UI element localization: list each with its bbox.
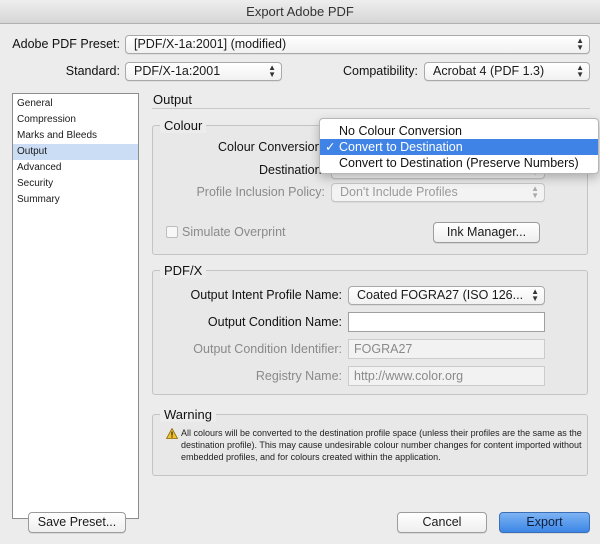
profile-inclusion-policy-value: Don't Include Profiles — [340, 185, 458, 199]
sidebar-item-output[interactable]: Output — [13, 144, 138, 160]
registry-name-field[interactable]: http://www.color.org — [348, 366, 545, 386]
warning-icon — [166, 428, 178, 439]
checkmark-icon: ✓ — [325, 140, 336, 154]
warning-group-label: Warning — [160, 407, 216, 422]
compatibility-value: Acrobat 4 (PDF 1.3) — [433, 64, 545, 78]
sidebar-item-general[interactable]: General — [13, 96, 138, 112]
profile-inclusion-policy-select[interactable]: Don't Include Profiles ▲ ▼ — [331, 183, 545, 202]
sidebar: General Compression Marks and Bleeds Out… — [12, 93, 139, 519]
output-condition-name-field[interactable] — [348, 312, 545, 332]
compatibility-label: Compatibility: — [342, 64, 418, 78]
output-condition-name-label: Output Condition Name: — [207, 315, 342, 329]
output-intent-label: Output Intent Profile Name: — [190, 288, 342, 302]
updown-arrows-icon: ▲▼ — [268, 63, 276, 79]
sidebar-item-security[interactable]: Security — [13, 176, 138, 192]
standard-select[interactable]: PDF/X-1a:2001 ▲ ▼ — [125, 62, 282, 81]
output-intent-value: Coated FOGRA27 (ISO 126... — [357, 288, 524, 302]
colour-conversion-label: Colour Conversion: — [218, 140, 325, 154]
simulate-overprint-label: Simulate Overprint — [182, 225, 286, 239]
ink-manager-button[interactable]: Ink Manager... — [433, 222, 540, 243]
sidebar-item-marks-and-bleeds[interactable]: Marks and Bleeds — [13, 128, 138, 144]
colour-group-label: Colour — [160, 118, 207, 133]
sidebar-item-advanced[interactable]: Advanced — [13, 160, 138, 176]
menu-item-convert-preserve-numbers[interactable]: Convert to Destination (Preserve Numbers… — [320, 155, 598, 171]
sidebar-item-compression[interactable]: Compression — [13, 112, 138, 128]
panel-title-divider — [152, 108, 590, 109]
updown-arrows-icon: ▲▼ — [531, 184, 539, 200]
menu-item-label: No Colour Conversion — [339, 124, 462, 138]
preset-label: Adobe PDF Preset: — [12, 37, 120, 51]
updown-arrows-icon: ▲▼ — [576, 36, 584, 52]
window-title: Export Adobe PDF — [0, 0, 600, 24]
menu-item-convert-to-destination[interactable]: ✓ Convert to Destination — [320, 139, 598, 155]
preset-value: [PDF/X-1a:2001] (modified) — [134, 37, 287, 51]
simulate-overprint-checkbox[interactable] — [166, 226, 178, 238]
updown-arrows-icon: ▲▼ — [576, 63, 584, 79]
menu-item-no-colour-conversion[interactable]: No Colour Conversion — [320, 123, 598, 139]
cancel-button[interactable]: Cancel — [397, 512, 487, 533]
panel-title: Output — [153, 92, 193, 107]
export-button[interactable]: Export — [499, 512, 590, 533]
standard-value: PDF/X-1a:2001 — [134, 64, 221, 78]
profile-inclusion-policy-label: Profile Inclusion Policy: — [196, 185, 325, 199]
output-condition-identifier-field[interactable]: FOGRA27 — [348, 339, 545, 359]
save-preset-button[interactable]: Save Preset... — [28, 512, 126, 533]
warning-text: All colours will be converted to the des… — [181, 428, 582, 462]
destination-label: Destination: — [258, 163, 325, 177]
sidebar-item-summary[interactable]: Summary — [13, 192, 138, 208]
updown-arrows-icon: ▲▼ — [531, 287, 539, 303]
compatibility-select[interactable]: Acrobat 4 (PDF 1.3) ▲ ▼ — [424, 62, 590, 81]
colour-conversion-menu: No Colour Conversion ✓ Convert to Destin… — [319, 118, 599, 174]
registry-name-label: Registry Name: — [255, 369, 342, 383]
output-condition-identifier-label: Output Condition Identifier: — [193, 342, 342, 356]
menu-item-label: Convert to Destination — [339, 140, 463, 154]
standard-label: Standard: — [65, 64, 120, 78]
menu-item-label: Convert to Destination (Preserve Numbers… — [339, 156, 579, 170]
output-intent-select[interactable]: Coated FOGRA27 (ISO 126... ▲ ▼ — [348, 286, 545, 305]
pdfx-group-label: PDF/X — [160, 263, 207, 278]
preset-select[interactable]: [PDF/X-1a:2001] (modified) ▲ ▼ — [125, 35, 590, 54]
